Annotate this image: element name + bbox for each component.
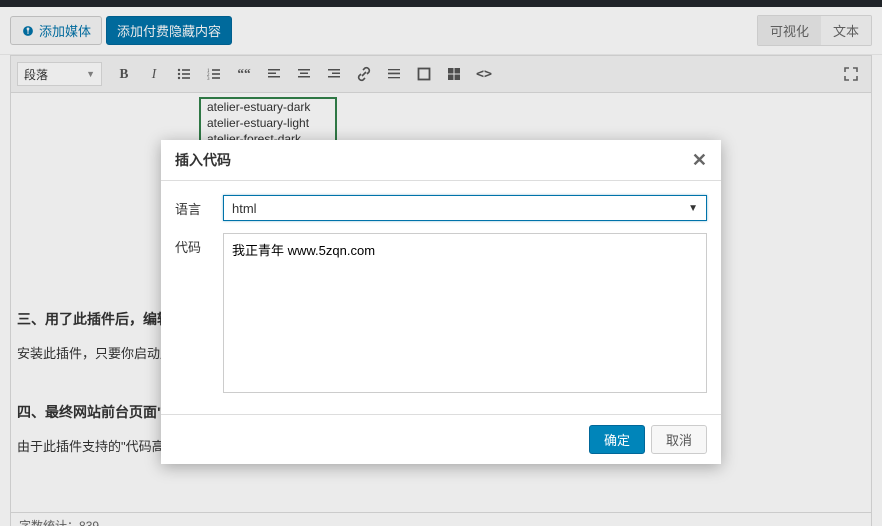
ok-button[interactable]: 确定 <box>589 425 645 454</box>
close-icon[interactable]: ✕ <box>692 151 707 169</box>
code-label: 代码 <box>175 233 223 256</box>
language-value: html <box>232 201 257 216</box>
cancel-button[interactable]: 取消 <box>651 425 707 454</box>
code-textarea[interactable] <box>223 233 707 393</box>
chevron-down-icon: ▼ <box>688 203 698 214</box>
language-label: 语言 <box>175 195 223 218</box>
language-select[interactable]: html ▼ <box>223 195 707 221</box>
modal-overlay[interactable]: 插入代码 ✕ 语言 html ▼ 代码 确定 取消 <box>0 0 882 526</box>
insert-code-modal: 插入代码 ✕ 语言 html ▼ 代码 确定 取消 <box>161 140 721 464</box>
modal-title: 插入代码 <box>175 150 231 170</box>
